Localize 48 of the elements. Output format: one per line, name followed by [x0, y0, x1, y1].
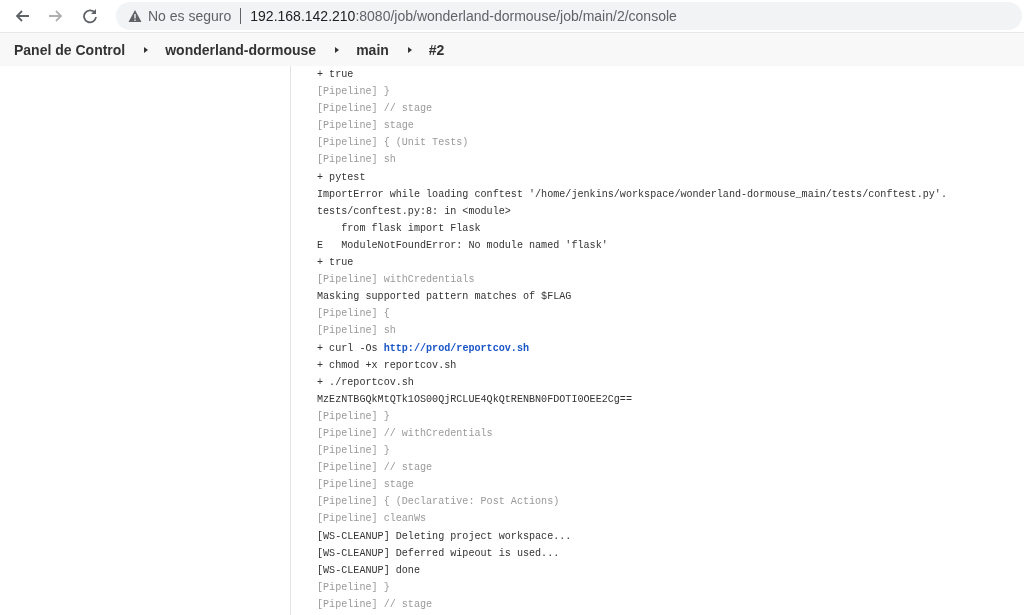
log-line: [WS-CLEANUP] Deferred wipeout is used...: [317, 546, 561, 561]
pipeline-log-line: [Pipeline] {: [317, 307, 391, 322]
back-arrow-icon: [14, 8, 30, 24]
log-line: E ModuleNotFoundError: No module named 'flask': [317, 238, 609, 253]
pipeline-log-line: [Pipeline] stage: [317, 119, 415, 134]
url-host: 192.168.142.210: [250, 8, 356, 24]
pipeline-log-line: [Pipeline] }: [317, 580, 391, 595]
pipeline-log-line: [Pipeline] }: [317, 85, 391, 100]
breadcrumb-link[interactable]: wonderland-dormouse: [165, 41, 317, 58]
log-line: from flask import Flask: [340, 221, 482, 236]
warning-icon: [128, 9, 142, 23]
pipeline-log-line: [Pipeline] // stage: [317, 597, 434, 612]
pipeline-log-line: [Pipeline] }: [317, 444, 391, 459]
log-line: + true: [317, 256, 355, 271]
pipeline-log-line: [Pipeline] // withCredentials: [317, 426, 494, 441]
caret-icon: [334, 45, 341, 54]
pipeline-log-line: [Pipeline] // stage: [317, 461, 434, 476]
breadcrumb-link[interactable]: main: [356, 41, 389, 58]
log-line: + pytest: [317, 170, 367, 185]
caret-icon: [143, 45, 150, 54]
log-line: [WS-CLEANUP] Deleting project workspace...: [317, 529, 573, 544]
pipeline-log-line: [Pipeline] cleanWs: [317, 512, 428, 527]
log-line: + true: [317, 68, 355, 82]
log-line: + curl -Os: [317, 342, 379, 354]
pipeline-log-line: [Pipeline] { (Declarative: Post Actions): [317, 495, 561, 510]
log-line: tests/conftest.py:8: in <module>: [317, 204, 512, 219]
breadcrumb-link[interactable]: #2: [428, 41, 445, 58]
reload-icon: [82, 8, 98, 24]
pipeline-log-line: [Pipeline] sh: [317, 153, 397, 168]
log-link[interactable]: http://prod/reportcov.sh: [383, 342, 529, 354]
security-status: No es seguro: [148, 8, 232, 24]
address-bar[interactable]: No es seguro 192.168.142.210:8080/job/wonderland-dormouse/job/main/2/console: [116, 2, 1022, 30]
log-line: + ./reportcov.sh: [317, 375, 415, 390]
log-line: + chmod +x reportcov.sh: [317, 358, 458, 373]
log-line: ImportError while loading conftest '/home/jenkins/workspace/wonderland-dormouse_main/tests/conftest.py'.: [317, 187, 947, 202]
forward-arrow-icon: [48, 8, 64, 24]
log-line: Masking supported pattern matches of $FLAG: [317, 290, 573, 305]
log-line: [WS-CLEANUP] done: [317, 563, 421, 578]
pipeline-log-line: [Pipeline] withCredentials: [317, 273, 476, 288]
caret-icon: [406, 45, 413, 54]
pipeline-log-line: [Pipeline] sh: [317, 324, 397, 339]
pipeline-log-line: [Pipeline] // stage: [317, 102, 434, 117]
pipeline-log-line: [Pipeline] { (Unit Tests): [317, 136, 470, 151]
pipeline-log-line: [Pipeline] stage: [317, 478, 415, 493]
pipeline-log-line: [Pipeline] }: [317, 409, 391, 424]
url-path: :8080/job/wonderland-dormouse/job/main/2/console: [355, 8, 677, 24]
breadcrumb-link[interactable]: Panel de Control: [14, 41, 126, 58]
log-line: MzEzNTBGQkMtQTk1OS00QjRCLUE4QkQtRENBN0FDOTI0OEE2Cg==: [317, 392, 633, 407]
